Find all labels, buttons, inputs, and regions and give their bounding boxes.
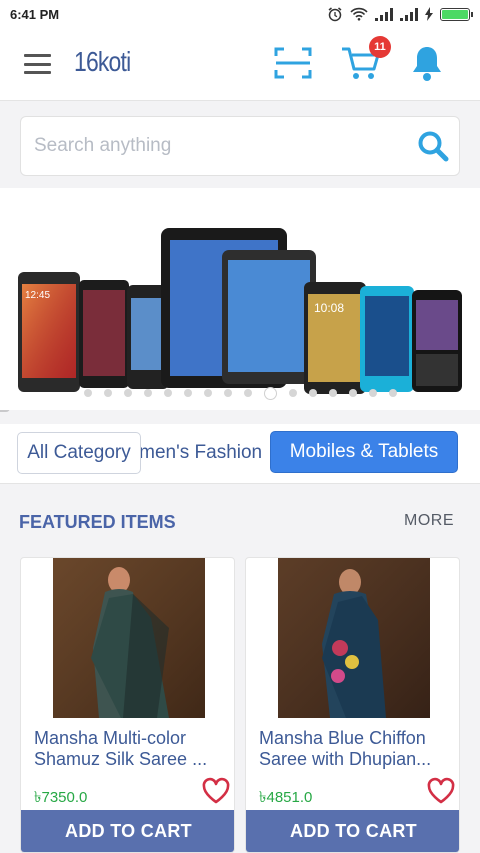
brand-logo[interactable]: 16koti xyxy=(74,46,131,78)
hamburger-line xyxy=(24,71,51,74)
more-link[interactable]: MORE xyxy=(404,512,454,530)
status-bar: 6:41 PM xyxy=(0,0,480,28)
alarm-icon xyxy=(328,7,342,22)
carousel-dot-active[interactable] xyxy=(263,386,277,400)
signal-icon-2 xyxy=(400,7,418,21)
carousel-dot[interactable] xyxy=(123,389,132,397)
product-name[interactable]: Mansha Blue Chiffon Saree with Dhupian..… xyxy=(259,728,454,770)
carousel-dot[interactable] xyxy=(308,389,317,397)
banner-carousel[interactable]: 12:45 10:08 xyxy=(0,188,480,410)
search-bar xyxy=(20,116,460,176)
signal-icon-1 xyxy=(375,7,393,21)
product-price: ৳7350.0 xyxy=(34,789,88,806)
carousel-dot[interactable] xyxy=(143,389,152,397)
status-icons xyxy=(327,6,473,22)
cart-count-badge: 11 xyxy=(369,36,391,58)
product-price: ৳4851.0 xyxy=(259,789,313,806)
heart-icon[interactable] xyxy=(426,777,456,805)
section-title: FEATURED ITEMS xyxy=(19,512,176,532)
product-name[interactable]: Mansha Multi-color Shamuz Silk Saree ... xyxy=(34,728,229,770)
carousel-dot[interactable] xyxy=(288,389,297,397)
search-input[interactable] xyxy=(21,117,407,175)
add-to-cart-button[interactable]: ADD TO CART xyxy=(21,810,234,852)
app-screen: 6:41 PM 16koti 11 Search anything 12:45 … xyxy=(0,0,480,853)
add-to-cart-button[interactable]: ADD TO CART xyxy=(246,810,459,852)
hamburger-line xyxy=(24,62,51,66)
carousel-dot[interactable] xyxy=(203,389,212,397)
wifi-icon xyxy=(350,7,368,21)
carousel-dot[interactable] xyxy=(223,389,232,397)
carousel-indicators xyxy=(0,386,480,400)
category-chip-mobiles-tablets[interactable]: Mobiles & Tablets xyxy=(270,431,458,473)
carousel-dot[interactable] xyxy=(388,389,397,397)
product-card[interactable]: Mansha Blue Chiffon Saree with Dhupian..… xyxy=(245,557,460,853)
carousel-dot[interactable] xyxy=(328,389,337,397)
product-image xyxy=(53,558,205,718)
carousel-dot[interactable] xyxy=(243,389,252,397)
battery-icon xyxy=(440,7,473,21)
product-image xyxy=(278,558,430,718)
product-card[interactable]: Mansha Multi-color Shamuz Silk Saree ...… xyxy=(20,557,235,853)
phone-screen-time: 10:08 xyxy=(314,301,344,315)
menu-button[interactable] xyxy=(24,54,51,74)
app-bar: 16koti 11 xyxy=(0,28,480,101)
banner-image-phones-tablets: 12:45 10:08 xyxy=(18,228,462,394)
hamburger-line xyxy=(24,54,51,57)
heart-icon[interactable] xyxy=(201,777,231,805)
carousel-dot[interactable] xyxy=(163,389,172,397)
category-chip-womens-fashion[interactable]: Women's Fashion xyxy=(141,432,261,474)
carousel-dot[interactable] xyxy=(83,389,92,397)
notification-bell-icon[interactable] xyxy=(410,44,444,82)
barcode-scan-icon[interactable] xyxy=(274,46,312,80)
carousel-dot[interactable] xyxy=(368,389,377,397)
carousel-dot[interactable] xyxy=(103,389,112,397)
search-icon[interactable] xyxy=(407,117,459,175)
status-time: 6:41 PM xyxy=(10,6,60,22)
category-chip-all[interactable]: All Category xyxy=(17,432,141,474)
charging-icon xyxy=(425,7,433,21)
category-chips: All Category Women's Fashion Mobiles & T… xyxy=(0,424,480,484)
phone-screen-time: 12:45 xyxy=(25,290,50,301)
category-chip-label: Women's Fashion xyxy=(141,442,261,463)
carousel-dot[interactable] xyxy=(348,389,357,397)
carousel-dot[interactable] xyxy=(183,389,192,397)
